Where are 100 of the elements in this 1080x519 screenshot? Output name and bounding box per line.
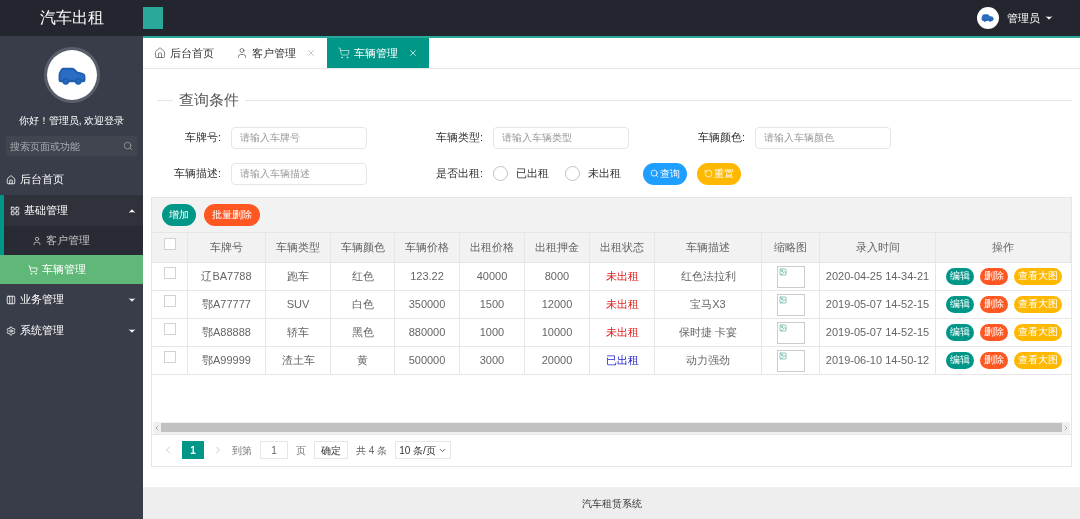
sidebar-menu-item[interactable]: 系统管理	[0, 315, 143, 346]
sidebar-search-field[interactable]: 搜索页面或功能	[6, 136, 137, 156]
user-menu-button[interactable]: 管理员	[1007, 9, 1054, 27]
close-icon[interactable]	[408, 48, 418, 58]
table-cell: 鄂A88888	[188, 318, 266, 346]
field-label: 车辆描述:	[172, 166, 222, 182]
search-icon	[650, 169, 659, 178]
sidebar-submenu-item[interactable]: 车辆管理	[0, 255, 143, 284]
welcome-text: 你好！管理员, 欢迎登录	[17, 114, 126, 128]
page-number-button[interactable]: 1	[182, 441, 204, 459]
table-cell: 123.22	[395, 262, 460, 290]
column-header: 操作	[936, 232, 1071, 262]
edit-button[interactable]: 编辑	[945, 323, 974, 341]
horizontal-scrollbar[interactable]	[153, 421, 1070, 434]
page-tab[interactable]: 客户管理	[225, 38, 327, 68]
text-input-field[interactable]: 请输入车辆描述	[231, 162, 367, 185]
delete-button[interactable]: 删除	[979, 267, 1008, 285]
table-cell: 保时捷 卡宴	[655, 318, 762, 346]
table-cell: 3000	[460, 346, 525, 374]
table-cell: 黑色	[331, 318, 395, 346]
table-cell: 1500	[460, 290, 525, 318]
page-tab[interactable]: 后台首页	[143, 38, 225, 68]
table-cell: 2019-05-07 14-52-15	[820, 318, 936, 346]
field-label: 车辆类型:	[434, 130, 484, 146]
settings-icon	[6, 325, 16, 336]
table-cell: 10000	[525, 318, 590, 346]
user-icon	[236, 47, 248, 59]
edit-button[interactable]: 编辑	[945, 295, 974, 313]
broken-image-icon	[776, 293, 805, 316]
confirm-button[interactable]: 确定	[314, 441, 348, 459]
cart-icon	[338, 47, 350, 59]
car-avatar-icon	[46, 50, 97, 100]
column-header: 出租状态	[590, 232, 655, 262]
add-button[interactable]: 增加	[162, 203, 196, 226]
sidebar-submenu-item[interactable]: 客户管理	[0, 226, 143, 255]
table-cell: 动力强劲	[655, 346, 762, 374]
car-avatar-icon	[977, 7, 999, 29]
delete-button[interactable]: 删除	[979, 351, 1008, 369]
columns-icon	[6, 294, 16, 305]
edit-button[interactable]: 编辑	[945, 267, 974, 285]
text-input-field[interactable]: 请输入车辆类型	[493, 126, 629, 149]
delete-button[interactable]: 删除	[979, 295, 1008, 313]
status-cell: 未出租	[590, 262, 655, 290]
column-header: 车辆类型	[266, 232, 331, 262]
scroll-left-icon[interactable]	[153, 423, 161, 432]
home-icon	[6, 174, 16, 185]
table-cell: 2019-06-10 14-50-12	[820, 346, 936, 374]
field-label: 车牌号:	[183, 130, 222, 146]
column-header: 缩略图	[762, 232, 820, 262]
text-input-field[interactable]: 请输入车牌号	[231, 126, 367, 149]
table-cell: 鄂A77777	[188, 290, 266, 318]
table-cell: 20000	[525, 346, 590, 374]
column-header: 车辆描述	[655, 232, 762, 262]
sidebar-menu-item[interactable]: 后台首页	[0, 164, 143, 195]
row-checkbox[interactable]	[163, 294, 176, 307]
field-label: 是否出租:	[434, 166, 484, 182]
goto-label: 到第	[232, 443, 252, 458]
status-cell: 未出租	[590, 318, 655, 346]
search-button[interactable]: 查询	[643, 162, 687, 185]
row-checkbox[interactable]	[163, 322, 176, 335]
page-size-select[interactable]: 10 条/页	[395, 441, 451, 459]
table-cell: 880000	[395, 318, 460, 346]
table-cell: 1000	[460, 318, 525, 346]
radio-option[interactable]: 未出租	[565, 165, 621, 182]
edit-button[interactable]: 编辑	[945, 351, 974, 369]
delete-button[interactable]: 删除	[979, 323, 1008, 341]
row-checkbox[interactable]	[163, 350, 176, 363]
broken-image-icon	[776, 349, 805, 372]
table-cell: 350000	[395, 290, 460, 318]
table-cell: 红色法拉利	[655, 262, 762, 290]
refresh-icon	[704, 169, 713, 178]
table-cell: 500000	[395, 346, 460, 374]
column-header: 车辆价格	[395, 232, 460, 262]
table-cell: 辽BA7788	[188, 262, 266, 290]
page-tab[interactable]: 车辆管理	[327, 38, 429, 68]
home-icon	[154, 47, 166, 59]
text-input-field[interactable]: 请输入车辆颜色	[755, 126, 891, 149]
table-cell: 2019-05-07 14-52-15	[820, 290, 936, 318]
table-cell: 40000	[460, 262, 525, 290]
field-label: 车辆颜色:	[696, 130, 746, 146]
table-cell: SUV	[266, 290, 331, 318]
section-title: 查询条件	[178, 90, 240, 110]
scroll-right-icon[interactable]	[1062, 423, 1070, 432]
select-all-checkbox[interactable]	[163, 237, 176, 250]
broken-image-icon	[776, 265, 805, 288]
sidebar-menu-item[interactable]: 业务管理	[0, 284, 143, 315]
close-icon[interactable]	[306, 48, 316, 58]
table-cell: 白色	[331, 290, 395, 318]
batch-delete-button[interactable]: 批量删除	[204, 203, 260, 226]
page-input-field[interactable]: 1	[260, 441, 288, 459]
row-checkbox[interactable]	[163, 266, 176, 279]
column-header: 出租押金	[525, 232, 590, 262]
sidebar-menu-item[interactable]: 基础管理	[0, 195, 143, 226]
column-header: 车辆颜色	[331, 232, 395, 262]
table-cell: 轿车	[266, 318, 331, 346]
column-header: 出租价格	[460, 232, 525, 262]
menu-toggle-button[interactable]	[143, 7, 163, 29]
status-cell: 已出租	[590, 346, 655, 374]
caret-icon	[1044, 13, 1054, 23]
radio-option[interactable]: 已出租	[493, 165, 549, 182]
